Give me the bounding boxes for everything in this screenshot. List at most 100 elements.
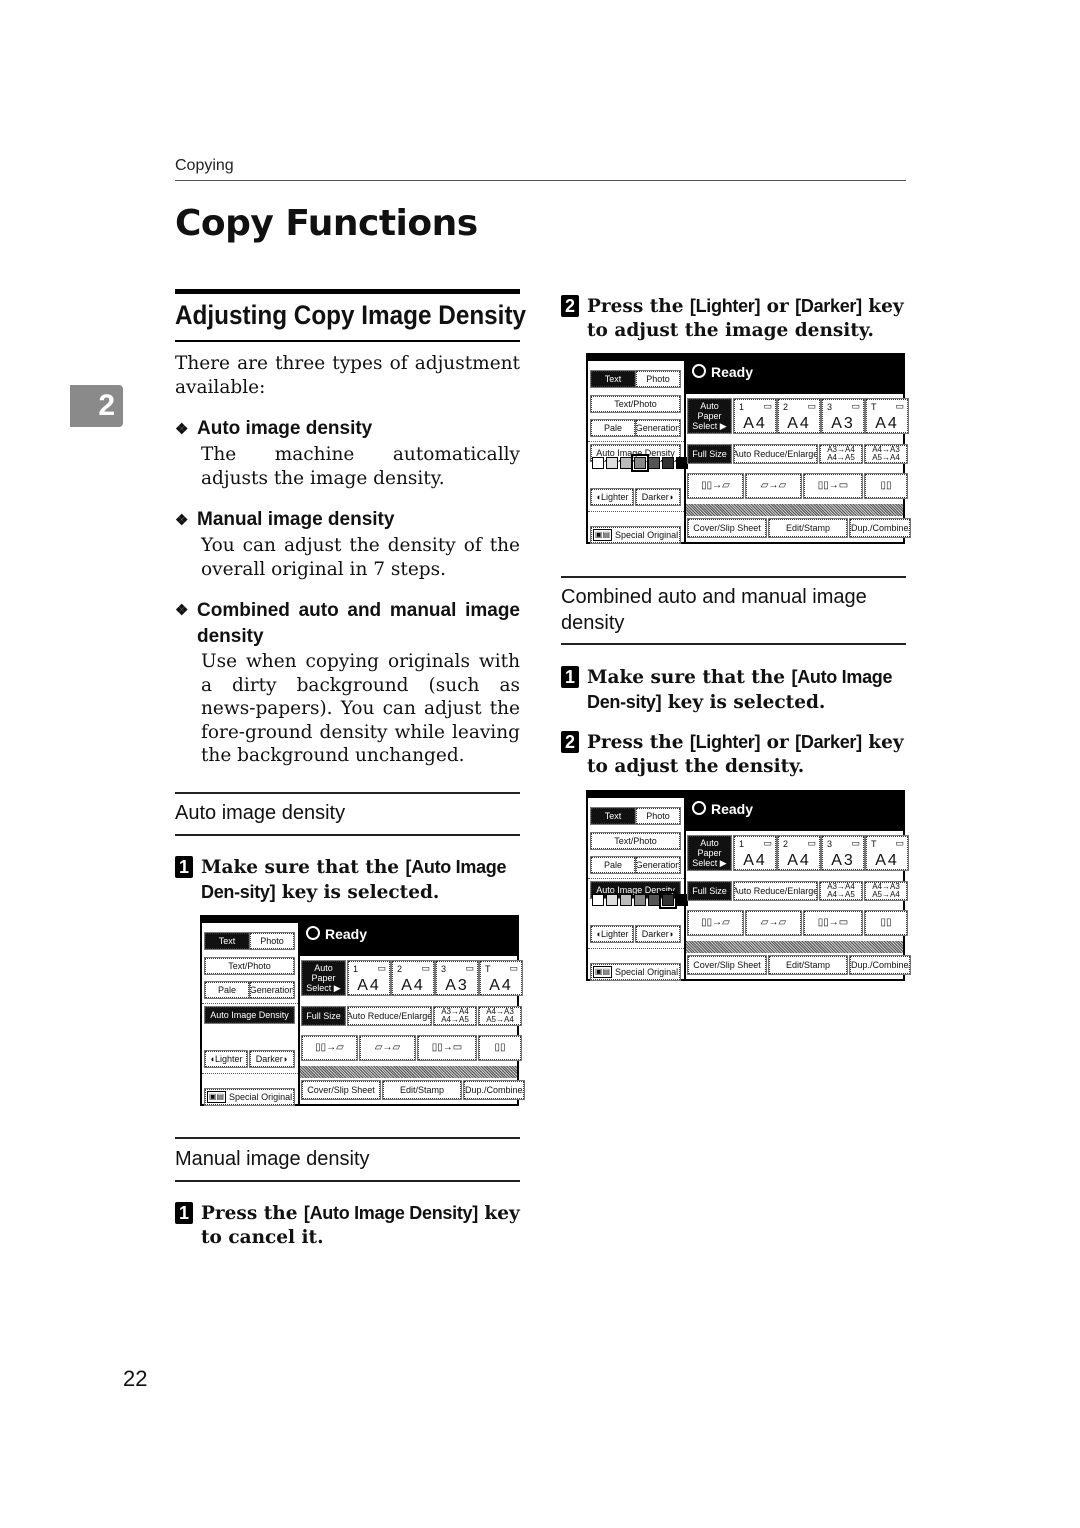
text-photo-mode-button[interactable]: Text/Photo (204, 957, 295, 975)
text-mode-button[interactable]: Text (590, 807, 636, 825)
subsection-title-combined: Combined auto and manual image density (561, 586, 867, 634)
key-ref: [Lighter] (689, 296, 761, 316)
ratio-reduce-button[interactable]: A3→A4 A4→A5 (819, 881, 863, 901)
text-mode-button[interactable]: Text (590, 370, 636, 388)
text-photo-mode-button[interactable]: Text/Photo (590, 395, 681, 413)
edit-stamp-button[interactable]: Edit/Stamp (768, 518, 848, 538)
paper-tray-button[interactable]: 1 ▭ A4 (733, 835, 777, 871)
duplex-more-button[interactable]: ▯▯ (864, 910, 908, 936)
generation-mode-button[interactable]: Generation (249, 981, 295, 999)
darker-button[interactable]: Darker ◗ (635, 925, 681, 943)
two-sided-to-two-sided-button[interactable]: ▱→▱ (745, 910, 802, 936)
full-size-button[interactable]: Full Size (301, 1006, 346, 1026)
auto-image-density-button[interactable]: Auto Image Density (204, 1006, 295, 1024)
paper-size: A4 (875, 852, 899, 869)
auto-paper-select-button[interactable]: Auto Paper Select ▶ (687, 398, 732, 434)
dup-combine-series-button[interactable]: Dup./Combine/S (849, 955, 911, 975)
cover-slip-sheet-button[interactable]: Cover/Slip Sheet (687, 518, 767, 538)
one-sided-to-two-sided-button[interactable]: ▯▯→▱ (687, 473, 744, 499)
lighter-button[interactable]: ◖ Lighter (204, 1050, 248, 1068)
auto-paper-select-button[interactable]: Auto Paper Select ▶ (687, 835, 732, 871)
control-panel-manual-density: Text Photo Text/Photo Pale Generation Au… (586, 353, 911, 544)
paper-tray-button[interactable]: T ▭ A4 (865, 398, 909, 434)
photo-mode-button[interactable]: Photo (635, 807, 681, 825)
density-step (631, 454, 649, 472)
generation-mode-button[interactable]: Generation (635, 856, 681, 874)
tray-label: T (871, 402, 878, 412)
ready-status-icon (692, 364, 706, 378)
ratio-reduce-button[interactable]: A3→A4 A4→A5 (819, 444, 863, 464)
pale-mode-button[interactable]: Pale (590, 856, 636, 874)
auto-paper-select-button[interactable]: Auto Paper Select ▶ (301, 960, 346, 996)
ratio-enlarge-button[interactable]: A4→A3 A5→A4 (864, 444, 908, 464)
generation-mode-button[interactable]: Generation (635, 419, 681, 437)
duplex-more-button[interactable]: ▯▯ (478, 1035, 522, 1061)
darker-arrow-icon: ◗ (668, 929, 675, 939)
special-original-button[interactable]: ▣▤ Special Original (204, 1088, 295, 1106)
step-manual-1: 1 Press the [Auto Image Density] key to … (175, 1201, 520, 1250)
page-title: Copy Functions (175, 203, 478, 244)
lighter-button[interactable]: ◖ Lighter (590, 488, 634, 506)
tray-icon: ▭ (895, 838, 904, 848)
paper-tray-button[interactable]: T ▭ A4 (865, 835, 909, 871)
cover-slip-sheet-button[interactable]: Cover/Slip Sheet (687, 955, 767, 975)
paper-tray-button[interactable]: 3 ▭ A3 (821, 835, 865, 871)
paper-size: A4 (489, 977, 513, 994)
chapter-tab: 2 (70, 385, 123, 427)
step-auto-1: 1 Make sure that the [Auto Image Den-sit… (175, 855, 520, 905)
type-text: The machine automatically adjusts the im… (201, 444, 520, 489)
full-size-button[interactable]: Full Size (687, 881, 732, 901)
two-sided-to-two-sided-button[interactable]: ▱→▱ (359, 1035, 416, 1061)
type-heading: Auto image density (197, 418, 373, 439)
special-original-button[interactable]: ▣▤ Special Original (590, 526, 681, 544)
two-sided-to-two-sided-button[interactable]: ▱→▱ (745, 473, 802, 499)
one-sided-to-two-sided-button[interactable]: ▯▯→▱ (687, 910, 744, 936)
text-photo-mode-button[interactable]: Text/Photo (590, 832, 681, 850)
combine-button[interactable]: ▯▯→▭ (803, 473, 863, 499)
paper-tray-button[interactable]: 1 ▭ A4 (347, 960, 391, 996)
auto-reduce-enlarge-button[interactable]: Auto Reduce/Enlarge (733, 444, 818, 464)
paper-tray-button[interactable]: 1 ▭ A4 (733, 398, 777, 434)
ratio-reduce-button[interactable]: A3→A4 A4→A5 (433, 1006, 477, 1026)
density-step (662, 457, 674, 469)
combine-button[interactable]: ▯▯→▭ (803, 910, 863, 936)
divider (175, 834, 520, 836)
paper-tray-button[interactable]: 3 ▭ A3 (821, 398, 865, 434)
paper-tray-button[interactable]: 2 ▭ A4 (777, 835, 821, 871)
pale-mode-button[interactable]: Pale (204, 981, 250, 999)
duplex-more-button[interactable]: ▯▯ (864, 473, 908, 499)
paper-size: A4 (401, 977, 425, 994)
one-sided-to-two-sided-button[interactable]: ▯▯→▱ (301, 1035, 358, 1061)
auto-reduce-enlarge-button[interactable]: Auto Reduce/Enlarge (347, 1006, 432, 1026)
text-mode-button[interactable]: Text (204, 932, 250, 950)
tray-label: T (871, 839, 878, 849)
auto-reduce-enlarge-button[interactable]: Auto Reduce/Enlarge (733, 881, 818, 901)
special-original-button[interactable]: ▣▤ Special Original (590, 963, 681, 981)
combine-button[interactable]: ▯▯→▭ (417, 1035, 477, 1061)
paper-tray-button[interactable]: 2 ▭ A4 (777, 398, 821, 434)
subsection-title-manual: Manual image density (175, 1148, 370, 1170)
full-size-button[interactable]: Full Size (687, 444, 732, 464)
ratio-enlarge-button[interactable]: A4→A3 A5→A4 (478, 1006, 522, 1026)
photo-mode-button[interactable]: Photo (635, 370, 681, 388)
diamond-bullet-icon: ❖ (175, 512, 189, 529)
ratio-enlarge-button[interactable]: A4→A3 A5→A4 (864, 881, 908, 901)
running-head: Copying (175, 157, 234, 174)
dup-combine-series-button[interactable]: Dup./Combine/S (849, 518, 911, 538)
step-combined-1: 1 Make sure that the [Auto Image Den-sit… (561, 665, 906, 715)
duplex-2-2-icon: ▱→▱ (760, 917, 787, 928)
paper-size: A4 (875, 415, 899, 432)
darker-button[interactable]: Darker ◗ (249, 1050, 295, 1068)
paper-tray-button[interactable]: 2 ▭ A4 (391, 960, 435, 996)
paper-tray-button[interactable]: T ▭ A4 (479, 960, 523, 996)
pale-mode-button[interactable]: Pale (590, 419, 636, 437)
photo-mode-button[interactable]: Photo (249, 932, 295, 950)
edit-stamp-button[interactable]: Edit/Stamp (768, 955, 848, 975)
tray-icon: ▭ (851, 838, 860, 848)
cover-slip-sheet-button[interactable]: Cover/Slip Sheet (301, 1080, 381, 1100)
darker-button[interactable]: Darker ◗ (635, 488, 681, 506)
lighter-button[interactable]: ◖ Lighter (590, 925, 634, 943)
edit-stamp-button[interactable]: Edit/Stamp (382, 1080, 462, 1100)
paper-tray-button[interactable]: 3 ▭ A3 (435, 960, 479, 996)
dup-combine-series-button[interactable]: Dup./Combine/S (463, 1080, 525, 1100)
